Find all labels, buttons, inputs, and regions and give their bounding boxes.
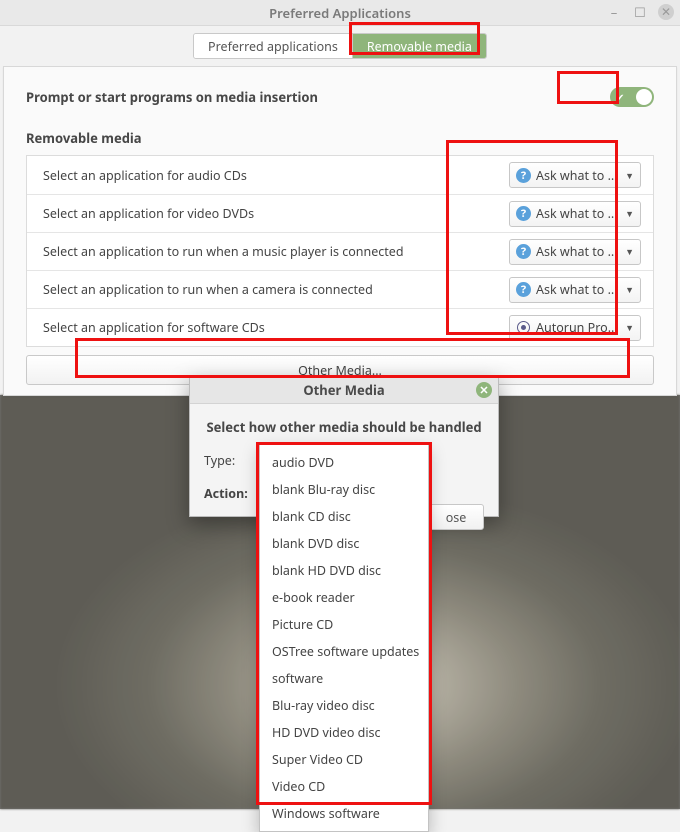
chevron-down-icon: ▼ xyxy=(625,321,634,334)
type-option[interactable]: HD DVD video disc xyxy=(260,719,428,746)
type-option[interactable]: blank DVD disc xyxy=(260,530,428,557)
chevron-down-icon: ▼ xyxy=(625,169,634,182)
help-icon: ? xyxy=(516,282,531,297)
dialog-titlebar: Other Media ✕ xyxy=(190,376,498,404)
tab-preferred-applications[interactable]: Preferred applications xyxy=(194,34,352,58)
toggle-knob xyxy=(636,89,652,105)
close-icon[interactable]: ✕ xyxy=(658,4,674,20)
help-icon: ? xyxy=(516,168,531,183)
chevron-down-icon: ▼ xyxy=(625,283,634,296)
section-title: Removable media xyxy=(26,129,654,147)
combo-value: Autorun Prompt xyxy=(536,319,620,336)
dialog-close-button[interactable]: ose xyxy=(428,504,484,530)
minimize-icon[interactable]: – xyxy=(606,4,622,20)
media-label: Select an application for software CDs xyxy=(43,319,509,336)
action-label: Action: xyxy=(204,485,252,502)
media-row: Select an application to run when a musi… xyxy=(27,232,653,270)
window-controls: – ☐ ✕ xyxy=(606,4,674,20)
target-icon xyxy=(516,320,531,335)
window-title: Preferred Applications xyxy=(269,4,411,22)
type-option[interactable]: audio DVD xyxy=(260,449,428,476)
media-label: Select an application to run when a musi… xyxy=(43,243,509,260)
type-option[interactable]: Picture CD xyxy=(260,611,428,638)
help-icon: ? xyxy=(516,244,531,259)
type-option[interactable]: OSTree software updates xyxy=(260,638,428,665)
media-table: Select an application for audio CDs ? As… xyxy=(26,155,654,347)
type-option[interactable]: Super Video CD xyxy=(260,746,428,773)
type-option[interactable]: Blu-ray video disc xyxy=(260,692,428,719)
type-option[interactable]: blank Blu-ray disc xyxy=(260,476,428,503)
dialog-labels: Type: Action: xyxy=(204,450,252,502)
prompt-row: Prompt or start programs on media insert… xyxy=(26,87,654,107)
media-select-software-cd[interactable]: Autorun Prompt ▼ xyxy=(509,315,641,341)
media-row: Select an application to run when a came… xyxy=(27,270,653,308)
media-select-camera[interactable]: ? Ask what to do ▼ xyxy=(509,277,641,303)
media-label: Select an application to run when a came… xyxy=(43,281,509,298)
tabs-row: Preferred applications Removable media xyxy=(0,26,680,66)
media-row: Select an application for software CDs A… xyxy=(27,308,653,346)
media-label: Select an application for video DVDs xyxy=(43,205,509,222)
type-option[interactable]: blank CD disc xyxy=(260,503,428,530)
type-option[interactable]: blank HD DVD disc xyxy=(260,557,428,584)
type-label: Type: xyxy=(204,452,252,469)
settings-panel: Prompt or start programs on media insert… xyxy=(3,66,677,396)
media-row: Select an application for audio CDs ? As… xyxy=(27,156,653,194)
check-icon: ✔ xyxy=(616,90,624,104)
help-icon: ? xyxy=(516,206,531,221)
combo-value: Ask what to do xyxy=(536,243,620,260)
tab-group: Preferred applications Removable media xyxy=(193,33,487,59)
dialog-title: Other Media xyxy=(303,381,384,399)
media-select-music-player[interactable]: ? Ask what to do ▼ xyxy=(509,239,641,265)
media-select-video-dvd[interactable]: ? Ask what to do ▼ xyxy=(509,201,641,227)
tab-removable-media[interactable]: Removable media xyxy=(352,34,486,58)
type-option[interactable]: Video CD xyxy=(260,773,428,800)
combo-value: Ask what to do xyxy=(536,167,620,184)
combo-value: Ask what to do xyxy=(536,281,620,298)
media-select-audio-cd[interactable]: ? Ask what to do ▼ xyxy=(509,162,641,188)
dialog-close-icon[interactable]: ✕ xyxy=(476,382,492,398)
chevron-down-icon: ▼ xyxy=(625,207,634,220)
media-row: Select an application for video DVDs ? A… xyxy=(27,194,653,232)
prompt-toggle[interactable]: ✔ xyxy=(610,87,654,107)
media-label: Select an application for audio CDs xyxy=(43,167,509,184)
type-option[interactable]: e-book reader xyxy=(260,584,428,611)
combo-value: Ask what to do xyxy=(536,205,620,222)
maximize-icon[interactable]: ☐ xyxy=(632,4,648,20)
type-option[interactable]: Windows software xyxy=(260,800,428,827)
window-titlebar: Preferred Applications – ☐ ✕ xyxy=(0,0,680,26)
type-dropdown-list[interactable]: audio DVD blank Blu-ray disc blank CD di… xyxy=(259,444,429,832)
prompt-label: Prompt or start programs on media insert… xyxy=(26,88,318,106)
type-option[interactable]: software xyxy=(260,665,428,692)
chevron-down-icon: ▼ xyxy=(625,245,634,258)
